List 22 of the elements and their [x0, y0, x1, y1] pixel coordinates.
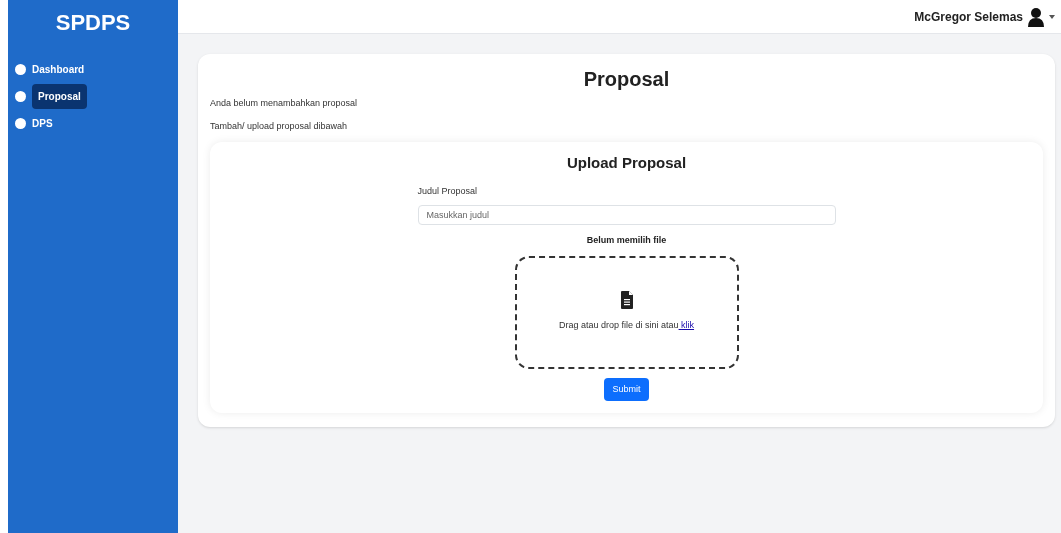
file-status: Belum memilih file [586, 234, 667, 247]
submit-button[interactable]: Submit [604, 377, 649, 401]
sidebar-item[interactable]: Proposal [32, 84, 87, 109]
field-label: Judul Proposal [417, 184, 479, 198]
document-icon [620, 291, 633, 310]
bullet-icon [15, 64, 26, 75]
info-text: Anda belum menambahkan proposal [210, 97, 359, 110]
user-icon[interactable] [1027, 6, 1045, 27]
title-input-field[interactable]: Masukkan judul [417, 205, 836, 225]
info-text: Tambah/ upload proposal dibawah [210, 120, 349, 133]
caret-icon[interactable] [1049, 14, 1055, 19]
page-title: Proposal [582, 67, 671, 92]
sidebar-item[interactable]: Dashboard [32, 57, 85, 82]
bullet-icon [15, 118, 26, 129]
user-name: McGregor Selemas [914, 8, 1023, 26]
sidebar-item[interactable]: DPS [32, 111, 53, 136]
drop-zone[interactable]: Drag atau drop file di sini atau klik [514, 255, 739, 369]
upload-title: Upload Proposal [566, 153, 687, 173]
bullet-icon [15, 91, 26, 102]
click-link[interactable]: klik [678, 320, 695, 331]
drop-text: Drag atau drop file di sini atau klik [558, 319, 695, 333]
brand-title: SPDPS [54, 9, 132, 37]
